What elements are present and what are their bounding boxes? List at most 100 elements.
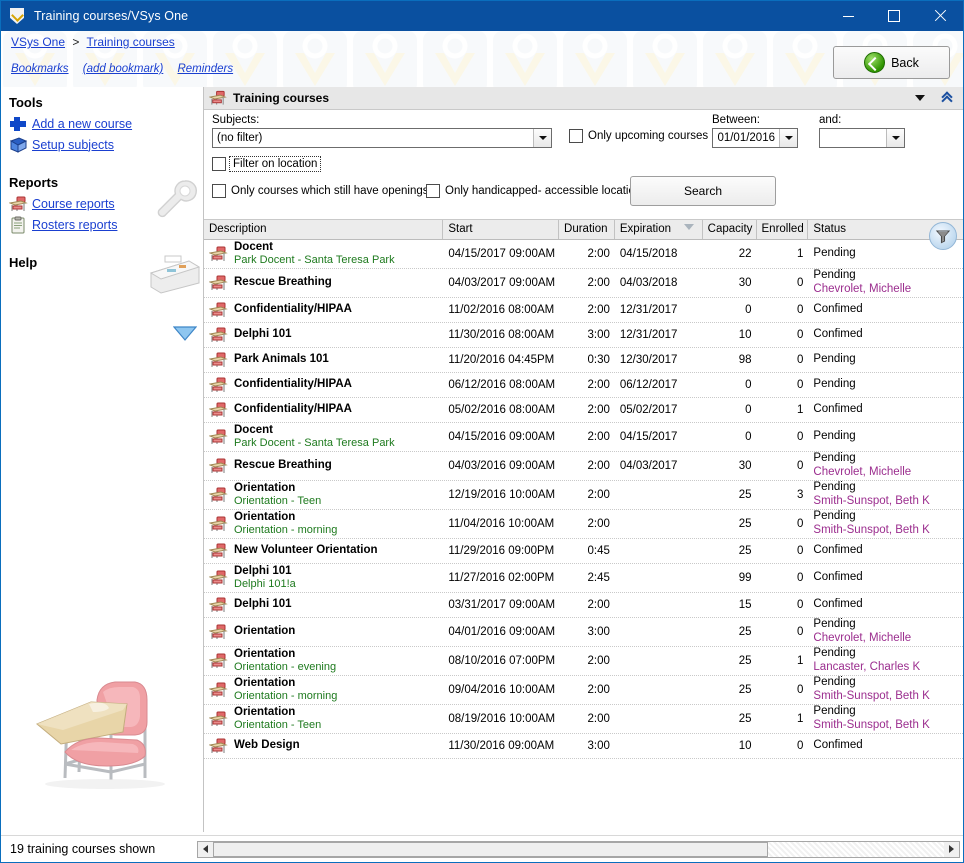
- sidebar-item-label: Add a new course: [32, 116, 133, 131]
- table-row[interactable]: Delphi 101 11/30/2016 08:00AM 3:00 12/31/20…: [204, 323, 963, 348]
- cell-start: 04/01/2016 09:00AM: [448, 626, 556, 638]
- scrollbar-trough[interactable]: [768, 841, 944, 857]
- cell-duration: 2:00: [587, 489, 610, 501]
- table-row[interactable]: Orientation Orientation - morning 11/04/20…: [204, 510, 963, 539]
- reminders-link[interactable]: Reminders: [177, 63, 233, 75]
- status-text: Confimed: [813, 328, 863, 341]
- cell-duration: 2:00: [587, 684, 610, 696]
- cell-start: 04/03/2016 09:00AM: [448, 460, 556, 472]
- record-count-label: 19 training courses shown: [10, 842, 156, 856]
- column-header-duration[interactable]: Duration: [559, 220, 615, 239]
- column-header-description[interactable]: Description: [204, 220, 444, 239]
- minimize-button[interactable]: [825, 1, 871, 31]
- cell-duration: 2:00: [587, 655, 610, 667]
- only-handicapped-checkbox[interactable]: Only handicapped- accessible locations: [426, 184, 647, 198]
- horizontal-scrollbar[interactable]: [197, 840, 960, 858]
- cell-capacity: 25: [738, 626, 752, 638]
- cell-capacity: 25: [738, 684, 752, 696]
- between-date-select[interactable]: 01/01/2016: [712, 128, 798, 148]
- status-text: Pending: [813, 676, 856, 689]
- cell-status: Pending Chevrolet, Michelle: [808, 618, 963, 646]
- filter-on-location-checkbox[interactable]: Filter on location: [212, 156, 322, 172]
- table-row[interactable]: Rescue Breathing 04/03/2017 09:00AM 2:00 04…: [204, 269, 963, 298]
- course-title: Orientation: [234, 625, 296, 638]
- cell-start: 03/31/2017 09:00AM: [448, 599, 556, 611]
- close-button[interactable]: [917, 1, 963, 31]
- subjects-select[interactable]: (no filter): [212, 128, 552, 148]
- cell-enrolled: 0: [797, 684, 804, 696]
- cell-expiration: 06/12/2017: [619, 379, 678, 391]
- maximize-button[interactable]: [871, 1, 917, 31]
- cell-enrolled: 0: [797, 518, 804, 530]
- table-row[interactable]: Delphi 101 Delphi 101!a 11/27/2016 02:00PM…: [204, 564, 963, 593]
- sidebar-item-setup-subjects[interactable]: Setup subjects: [1, 134, 203, 155]
- scroll-right-button[interactable]: [944, 841, 959, 857]
- status-text: Pending: [813, 378, 856, 391]
- back-button[interactable]: Back: [833, 46, 950, 79]
- table-row[interactable]: Confidentiality/HIPAA 06/12/2016 08:00AM 2…: [204, 373, 963, 398]
- column-header-expiration[interactable]: Expiration: [615, 220, 703, 239]
- breadcrumb: VSys One > Training courses: [11, 35, 175, 49]
- table-row[interactable]: Rescue Breathing 04/03/2016 09:00AM 2:00 04…: [204, 452, 963, 481]
- bookmarks-link[interactable]: Bookmarks: [11, 63, 69, 75]
- double-chevron-up-icon[interactable]: [941, 90, 955, 107]
- cell-status: Confimed: [808, 598, 963, 612]
- status-text: Pending: [813, 647, 856, 660]
- breadcrumb-root[interactable]: VSys One: [11, 35, 65, 49]
- desk-icon: [208, 623, 228, 641]
- only-openings-checkbox[interactable]: Only courses which still have openings: [212, 184, 429, 198]
- table-row[interactable]: Delphi 101 03/31/2017 09:00AM 2:00 15 0 Confi…: [204, 593, 963, 618]
- grid-header: Description Start Duration Expiration Ca…: [204, 219, 963, 240]
- and-date-select[interactable]: [819, 128, 905, 148]
- table-row[interactable]: Orientation Orientation - Teen 08/19/2016 …: [204, 705, 963, 734]
- cell-expiration: 12/30/2017: [619, 354, 678, 366]
- status-text: Pending: [813, 481, 856, 494]
- table-row[interactable]: Orientation Orientation - Teen 12/19/2016 …: [204, 481, 963, 510]
- sidebar-item-add-course[interactable]: Add a new course: [1, 113, 203, 134]
- cell-status: Pending Smith-Sunspot, Beth K: [808, 510, 963, 538]
- table-row[interactable]: Orientation 04/01/2016 09:00AM 3:00 25 0 Pend…: [204, 618, 963, 647]
- column-header-enrolled[interactable]: Enrolled: [757, 220, 809, 239]
- search-button[interactable]: Search: [630, 176, 776, 206]
- scroll-left-button[interactable]: [198, 841, 213, 857]
- scrollbar-thumb[interactable]: [213, 841, 768, 857]
- table-row[interactable]: Confidentiality/HIPAA 05/02/2016 08:00AM 2…: [204, 398, 963, 423]
- triangle-down-icon[interactable]: [915, 95, 925, 101]
- table-row[interactable]: Docent Park Docent - Santa Teresa Park 04/…: [204, 423, 963, 452]
- column-header-start[interactable]: Start: [443, 220, 560, 239]
- course-title: Confidentiality/HIPAA: [234, 303, 352, 316]
- status-text: Pending: [813, 452, 856, 465]
- funnel-icon[interactable]: [929, 222, 957, 250]
- table-row[interactable]: Confidentiality/HIPAA 11/02/2016 08:00AM 2…: [204, 298, 963, 323]
- blue-down-arrow-icon[interactable]: [173, 325, 197, 341]
- between-date-value: 01/01/2016: [717, 132, 775, 144]
- sidebar-item-label: Course reports: [32, 196, 115, 211]
- desk-icon: [208, 681, 228, 699]
- grid-rows: Docent Park Docent - Santa Teresa Park 04/…: [204, 240, 963, 759]
- column-header-capacity[interactable]: Capacity: [703, 220, 757, 239]
- cell-duration: 2:00: [587, 518, 610, 530]
- table-row[interactable]: New Volunteer Orientation 11/29/2016 09:0…: [204, 539, 963, 564]
- only-upcoming-checkbox[interactable]: Only upcoming courses: [569, 129, 708, 143]
- desk-icon: [208, 274, 228, 292]
- cell-start: 08/19/2016 10:00AM: [448, 713, 556, 725]
- course-title: Web Design: [234, 739, 300, 752]
- filter-panel: Subjects: (no filter) Only upcoming cour…: [204, 110, 963, 224]
- table-row[interactable]: Orientation Orientation - morning 09/04/20…: [204, 676, 963, 705]
- table-row[interactable]: Park Animals 101 11/20/2016 04:45PM 0:30 12…: [204, 348, 963, 373]
- desk-icon: [208, 710, 228, 728]
- cell-description: Delphi 101 Delphi 101!a: [204, 565, 443, 591]
- table-row[interactable]: Docent Park Docent - Santa Teresa Park 04/…: [204, 240, 963, 269]
- chevron-down-icon: [779, 129, 797, 147]
- course-title: Rescue Breathing: [234, 276, 332, 289]
- cell-enrolled: 3: [797, 489, 804, 501]
- table-row[interactable]: Web Design 11/30/2016 09:00AM 3:00 10 0 Confi…: [204, 734, 963, 759]
- panel-header: Training courses: [204, 87, 963, 110]
- breadcrumb-current[interactable]: Training courses: [87, 35, 175, 49]
- column-header-expiration-label: Expiration: [619, 223, 672, 235]
- add-bookmark-link[interactable]: (add bookmark): [83, 63, 164, 75]
- status-text: Pending: [813, 705, 856, 718]
- desk-icon: [208, 515, 228, 533]
- cell-enrolled: 0: [797, 545, 804, 557]
- table-row[interactable]: Orientation Orientation - evening 08/10/20…: [204, 647, 963, 676]
